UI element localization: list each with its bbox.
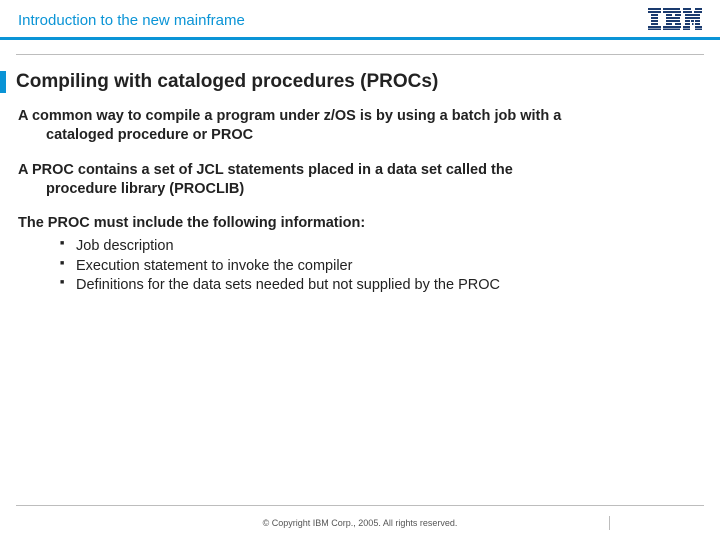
header-underline: [0, 37, 720, 40]
header-bar: Introduction to the new mainframe: [0, 0, 720, 40]
para2-cont: procedure library (PROCLIB): [46, 180, 702, 199]
list-item: Job description: [60, 237, 702, 257]
footer-copyright: © Copyright IBM Corp., 2005. All rights …: [0, 518, 720, 528]
list-item: Execution statement to invoke the compil…: [60, 257, 702, 277]
paragraph-2: A PROC contains a set of JCL statements …: [18, 161, 702, 199]
paragraph-1: A common way to compile a program under …: [18, 107, 702, 145]
divider-top: [16, 54, 704, 55]
bullet-list: Job description Execution statement to i…: [60, 237, 702, 296]
accent-bar: [0, 71, 6, 93]
slide-title-row: Compiling with cataloged procedures (PRO…: [0, 71, 720, 93]
header-title: Introduction to the new mainframe: [18, 12, 245, 29]
paragraph-3: The PROC must include the following info…: [18, 214, 702, 233]
ibm-logo: [648, 8, 702, 30]
para1-lead: A common way to compile a program under …: [18, 108, 561, 124]
list-item: Definitions for the data sets needed but…: [60, 276, 702, 296]
para1-cont: cataloged procedure or PROC: [46, 126, 702, 145]
slide-title: Compiling with cataloged procedures (PRO…: [16, 71, 438, 93]
para2-lead: A PROC contains a set of JCL statements …: [18, 162, 513, 178]
divider-bottom: [16, 505, 704, 506]
content-area: A common way to compile a program under …: [0, 93, 720, 296]
